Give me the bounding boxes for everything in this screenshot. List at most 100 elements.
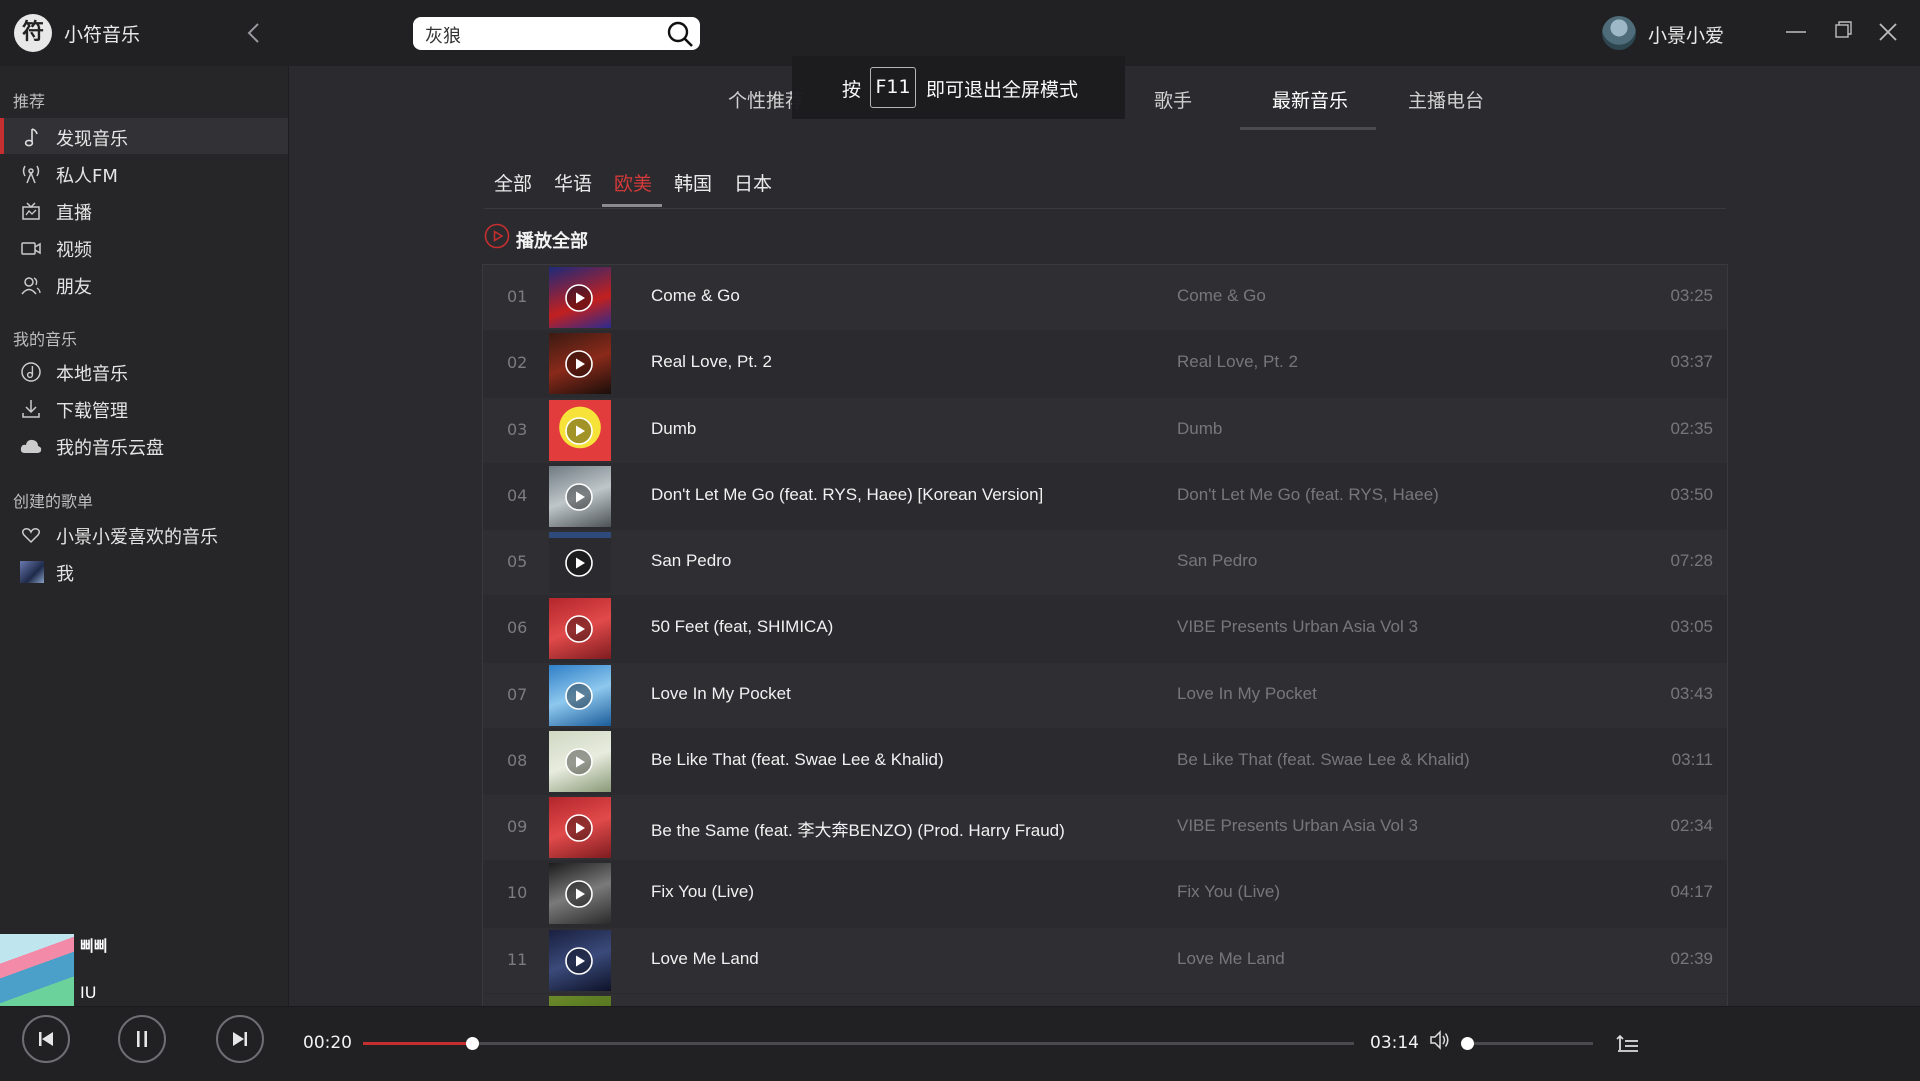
progress-bar[interactable] [363, 1037, 1354, 1050]
now-playing-title[interactable]: 삐삐 [80, 935, 108, 956]
close-icon[interactable] [1872, 16, 1904, 48]
song-row[interactable] [483, 993, 1727, 1007]
next-button[interactable] [216, 1015, 264, 1063]
sidebar-item-label: 我 [56, 564, 74, 585]
tab-radio[interactable]: 主播电台 [1408, 86, 1484, 113]
song-album[interactable]: Dumb [1177, 419, 1222, 439]
play-icon[interactable] [564, 416, 594, 446]
song-title: Be Like That (feat. Swae Lee & Khalid) [651, 749, 944, 769]
song-album[interactable]: VIBE Presents Urban Asia Vol 3 [1177, 617, 1418, 637]
song-row[interactable]: 09 Be the Same (feat. 李大奔BENZO) (Prod. Ha… [483, 795, 1727, 860]
sidebar-item-label: 私人FM [56, 166, 118, 187]
song-duration: 03:11 [1671, 749, 1713, 769]
sidebar-item-liked-playlist[interactable]: 小景小爱喜欢的音乐 [0, 516, 288, 552]
local-music-icon [21, 362, 41, 382]
song-row[interactable]: 02 Real Love, Pt. 2 Real Love, Pt. 2 03:37 [483, 331, 1727, 396]
song-row[interactable]: 11 Love Me Land Love Me Land 02:39 [483, 927, 1727, 993]
sidebar-item-friends[interactable]: 朋友 [0, 266, 288, 302]
tab-artists[interactable]: 歌手 [1154, 86, 1192, 113]
restore-icon[interactable] [1826, 16, 1858, 48]
fullscreen-tip-prefix: 按 [842, 79, 862, 101]
divider [484, 208, 1726, 209]
volume-icon[interactable] [1428, 1028, 1452, 1052]
previous-button[interactable] [22, 1015, 70, 1063]
play-icon[interactable] [564, 349, 594, 379]
play-icon[interactable] [564, 813, 594, 843]
tab-new-music[interactable]: 最新音乐 [1272, 86, 1348, 113]
song-number: 02 [507, 353, 528, 373]
volume-slider[interactable] [1461, 1037, 1593, 1050]
song-album[interactable]: Be Like That (feat. Swae Lee & Khalid) [1177, 750, 1470, 770]
volume-handle[interactable] [1461, 1037, 1474, 1050]
radio-icon [22, 165, 40, 184]
song-row[interactable]: 04 Don't Let Me Go (feat. RYS, Haee) [Kor… [483, 464, 1727, 529]
song-album[interactable]: Love In My Pocket [1177, 684, 1317, 704]
song-title: Fix You (Live) [651, 882, 754, 902]
subtab-japanese[interactable]: 日本 [734, 169, 772, 196]
sidebar-item-fm[interactable]: 私人FM [0, 155, 288, 191]
song-row[interactable]: 03 Dumb Dumb 02:35 [483, 397, 1727, 463]
song-row[interactable]: 08 Be Like That (feat. Swae Lee & Khalid)… [483, 729, 1727, 794]
song-album[interactable]: Love Me Land [1177, 949, 1285, 969]
sidebar-item-playlist-me[interactable]: 我 [0, 553, 288, 589]
sidebar-item-downloads[interactable]: 下载管理 [0, 390, 288, 426]
search-input[interactable] [423, 21, 657, 48]
play-all-label: 播放全部 [516, 231, 588, 252]
user-name[interactable]: 小景小爱 [1648, 21, 1724, 48]
song-number: 01 [507, 287, 528, 306]
play-icon[interactable] [564, 482, 594, 512]
subtab-korean[interactable]: 韩国 [674, 169, 712, 196]
play-icon[interactable] [564, 548, 594, 578]
subtab-all[interactable]: 全部 [494, 169, 532, 196]
sidebar-item-discover[interactable]: 发现音乐 [0, 118, 288, 154]
playlist-queue-icon[interactable] [1616, 1030, 1642, 1056]
progress-handle[interactable] [466, 1037, 479, 1050]
song-title: Come & Go [651, 286, 740, 305]
pause-button[interactable] [118, 1015, 166, 1063]
subtab-chinese[interactable]: 华语 [554, 169, 592, 196]
song-row[interactable]: 07 Love In My Pocket Love In My Pocket 03:4… [483, 662, 1727, 728]
user-avatar[interactable] [1602, 16, 1636, 50]
song-duration: 07:28 [1670, 551, 1713, 570]
active-subtab-indicator [602, 204, 662, 207]
song-title: Dumb [651, 418, 697, 438]
song-number: 10 [507, 883, 528, 903]
song-album[interactable]: San Pedro [1177, 551, 1257, 571]
now-playing-artist[interactable]: IU [80, 983, 96, 1002]
song-album[interactable]: Don't Let Me Go (feat. RYS, Haee) [1177, 485, 1439, 505]
song-duration: 03:05 [1670, 617, 1713, 637]
song-duration: 03:25 [1670, 286, 1713, 305]
play-icon[interactable] [564, 747, 594, 777]
song-album[interactable]: Come & Go [1177, 286, 1266, 306]
song-title: Don't Let Me Go (feat. RYS, Haee) [Korea… [651, 484, 1044, 504]
song-duration: 03:37 [1670, 352, 1713, 372]
sidebar-item-local-music[interactable]: 本地音乐 [0, 353, 288, 389]
total-time: 03:14 [1370, 1033, 1419, 1053]
song-row[interactable]: 06 50 Feet (feat, SHIMICA) VIBE Presents U… [483, 596, 1727, 661]
song-row[interactable]: 10 Fix You (Live) Fix You (Live) 04:17 [483, 861, 1727, 926]
friends-icon [21, 277, 41, 295]
song-row[interactable]: 01 Come & Go Come & Go 03:25 [483, 265, 1727, 330]
search-icon[interactable] [666, 20, 694, 48]
song-title: San Pedro [651, 551, 732, 570]
sidebar-item-cloud[interactable]: 我的音乐云盘 [0, 427, 288, 463]
song-row[interactable]: 05 San Pedro San Pedro 07:28 [483, 530, 1727, 595]
download-icon [22, 400, 40, 418]
active-tab-indicator [1240, 127, 1376, 130]
play-icon[interactable] [564, 879, 594, 909]
song-number: 05 [507, 552, 528, 571]
song-album[interactable]: Real Love, Pt. 2 [1177, 352, 1298, 372]
subtab-western[interactable]: 欧美 [614, 169, 652, 196]
play-icon[interactable] [564, 283, 594, 313]
song-album[interactable]: Fix You (Live) [1177, 882, 1280, 902]
back-arrow-icon[interactable] [240, 18, 268, 48]
minimize-icon[interactable] [1780, 16, 1812, 48]
play-icon[interactable] [564, 946, 594, 976]
song-number: 07 [507, 684, 528, 704]
now-playing-cover[interactable] [0, 934, 74, 1006]
play-icon[interactable] [564, 681, 594, 711]
sidebar-item-live[interactable]: 直播 [0, 192, 288, 228]
sidebar-item-video[interactable]: 视频 [0, 229, 288, 265]
play-icon[interactable] [564, 614, 594, 644]
song-album[interactable]: VIBE Presents Urban Asia Vol 3 [1177, 816, 1418, 836]
